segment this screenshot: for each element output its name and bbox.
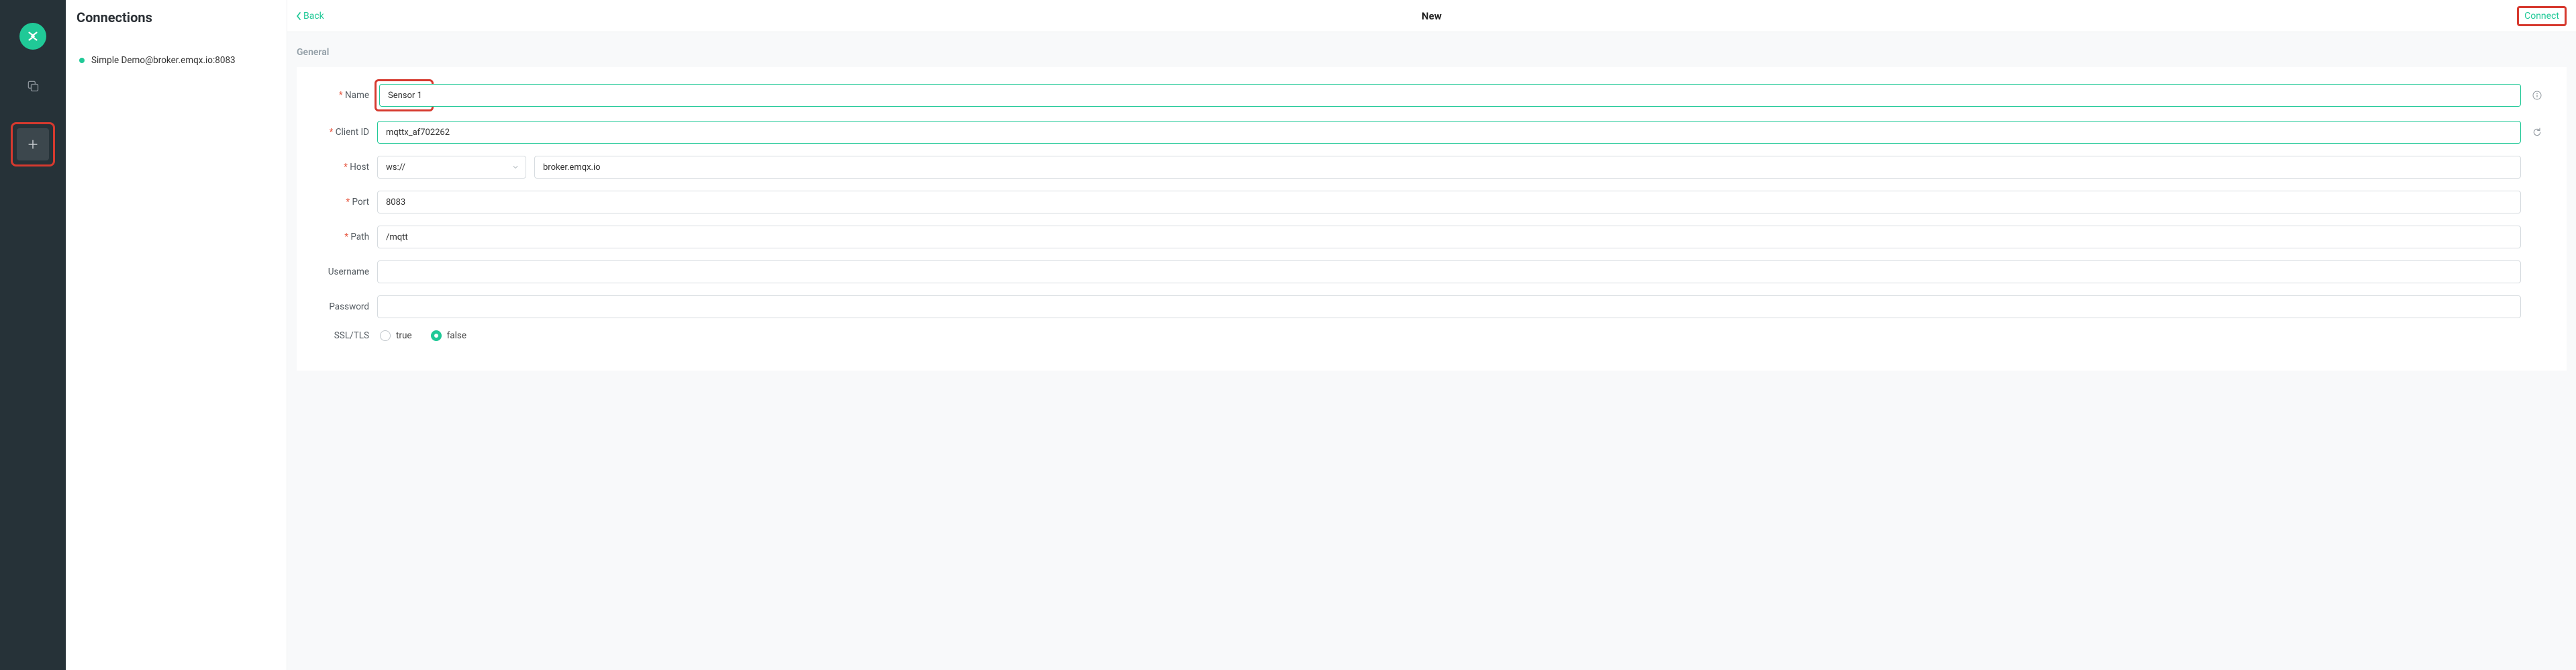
radio-label-false: false [447, 330, 466, 341]
refresh-icon [2532, 127, 2542, 138]
username-input[interactable] [377, 260, 2521, 283]
label-ssltls: SSL/TLS [317, 330, 369, 341]
label-path: Path [317, 232, 369, 242]
ssltls-radio-false[interactable]: false [431, 330, 466, 341]
path-input[interactable] [377, 226, 2521, 248]
connect-button[interactable]: Connect [2517, 6, 2567, 26]
radio-icon [380, 330, 391, 341]
name-input[interactable] [429, 84, 2521, 107]
collections-icon[interactable] [17, 70, 49, 102]
page-title: New [1422, 10, 1442, 22]
connections-title: Connections [77, 9, 287, 26]
radio-label-true: true [396, 330, 412, 341]
protocol-select[interactable] [377, 156, 526, 179]
label-name: Name [317, 90, 369, 101]
radio-icon [431, 330, 442, 341]
info-icon [2532, 90, 2542, 101]
port-input[interactable] [377, 191, 2521, 213]
label-port: Port [317, 197, 369, 207]
ssltls-radio-group: true false [377, 330, 466, 341]
label-host: Host [317, 162, 369, 173]
row-port: Port [317, 191, 2546, 213]
client-id-input[interactable] [377, 121, 2521, 144]
protocol-select-value[interactable] [377, 156, 526, 179]
password-input[interactable] [377, 295, 2521, 318]
name-input-left-segment[interactable] [379, 84, 429, 107]
copy-stack-icon [26, 79, 40, 93]
app-logo[interactable] [19, 23, 46, 50]
row-password: Password [317, 295, 2546, 318]
connection-list-item[interactable]: Simple Demo@broker.emqx.io:8083 [77, 52, 287, 68]
label-username: Username [317, 267, 369, 277]
form-scroll-area: General Name [287, 32, 2576, 670]
main-area: Back New Connect General Name [287, 0, 2576, 670]
plus-icon [26, 138, 40, 151]
row-ssltls: SSL/TLS true false [317, 330, 2546, 341]
connections-panel: Connections Simple Demo@broker.emqx.io:8… [66, 0, 287, 670]
row-client-id: Client ID [317, 121, 2546, 144]
back-button[interactable]: Back [295, 11, 324, 21]
new-connection-button[interactable] [17, 128, 49, 160]
row-username: Username [317, 260, 2546, 283]
general-form-card: Name Client ID [297, 67, 2567, 371]
connect-button-label: Connect [2524, 11, 2559, 21]
chevron-left-icon [295, 11, 302, 21]
row-name: Name [317, 82, 2546, 109]
row-path: Path [317, 226, 2546, 248]
label-password: Password [317, 301, 369, 312]
section-title-general: General [287, 32, 2576, 67]
host-input[interactable] [534, 156, 2521, 179]
ssltls-radio-true[interactable]: true [380, 330, 412, 341]
name-input-highlight [375, 79, 434, 111]
left-rail [0, 0, 66, 670]
logo-glyph-icon [26, 29, 40, 44]
topbar: Back New Connect [287, 0, 2576, 32]
label-client-id: Client ID [317, 127, 369, 138]
row-host: Host [317, 156, 2546, 179]
connection-item-label: Simple Demo@broker.emqx.io:8083 [91, 55, 236, 66]
name-info-icon[interactable] [2528, 90, 2546, 101]
rail-add-highlight [11, 122, 55, 166]
status-dot-icon [79, 58, 85, 63]
back-label: Back [303, 11, 324, 21]
regenerate-client-id-button[interactable] [2528, 127, 2546, 138]
